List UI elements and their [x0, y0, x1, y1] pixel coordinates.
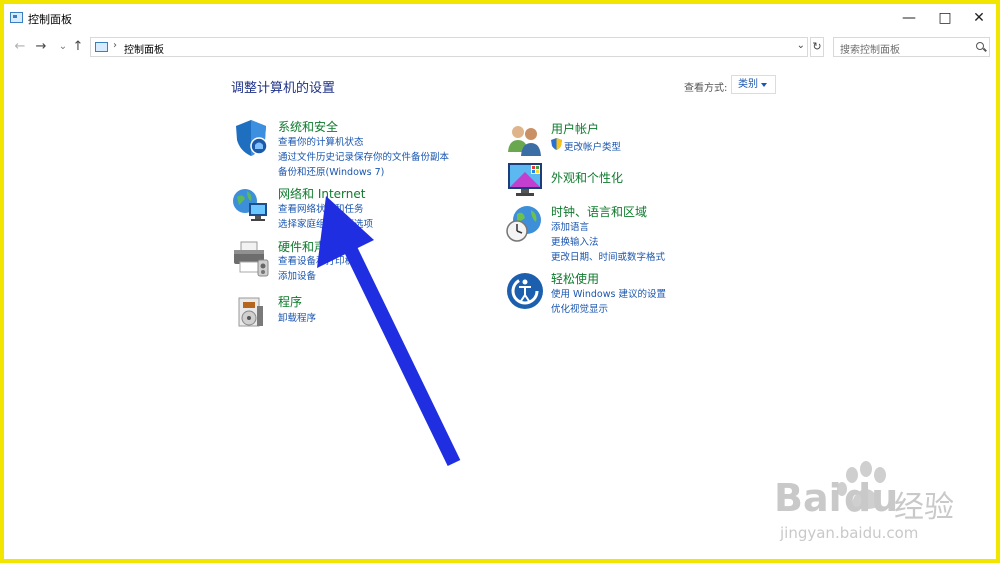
link-change-date-time-format[interactable]: 更改日期、时间或数字格式 [551, 249, 665, 263]
link-view-computer-status[interactable]: 查看你的计算机状态 [278, 134, 364, 148]
category-clock-language-region[interactable]: 时钟、语言和区域 [551, 203, 647, 220]
up-button[interactable]: ↑ [70, 38, 86, 56]
appearance-icon[interactable] [505, 160, 545, 200]
ease-of-access-icon[interactable] [505, 271, 545, 311]
control-panel-small-icon [95, 42, 108, 52]
back-button[interactable]: ← [12, 38, 28, 56]
link-homegroup[interactable]: 选择家庭组和共享选项 [278, 216, 373, 230]
link-network-status[interactable]: 查看网络状态和任务 [278, 201, 364, 215]
category-ease-of-access[interactable]: 轻松使用 [551, 270, 599, 287]
path-separator: › [113, 40, 117, 51]
link-add-device[interactable]: 添加设备 [278, 268, 316, 282]
recent-locations-button[interactable]: ⌄ [55, 38, 71, 56]
link-file-history[interactable]: 通过文件历史记录保存你的文件备份副本 [278, 149, 449, 163]
users-icon[interactable] [505, 120, 545, 160]
category-user-accounts[interactable]: 用户帐户 [551, 120, 599, 137]
view-by-dropdown[interactable]: 类别 [731, 75, 776, 94]
page-title: 调整计算机的设置 [231, 81, 336, 96]
maximize-button[interactable]: □ [926, 4, 964, 32]
search-input[interactable]: 搜索控制面板 [840, 41, 900, 56]
search-icon[interactable] [976, 42, 984, 50]
uac-shield-icon [551, 138, 562, 150]
category-system-security[interactable]: 系统和安全 [278, 118, 338, 135]
category-appearance[interactable]: 外观和个性化 [551, 169, 623, 186]
refresh-button[interactable]: ↻ [810, 37, 824, 57]
title-bar: 控制面板 — □ ✕ [4, 4, 996, 32]
search-box[interactable]: 搜索控制面板 [833, 37, 990, 57]
minimize-button[interactable]: — [890, 4, 928, 32]
view-by-label: 查看方式: [684, 83, 728, 94]
address-bar[interactable]: › 控制面板 ⌄ [90, 37, 808, 57]
watermark-brand2: du [844, 476, 899, 520]
address-path[interactable]: 控制面板 [124, 41, 164, 56]
close-button[interactable]: ✕ [960, 4, 996, 32]
network-globe-icon[interactable] [231, 185, 271, 225]
window-title: 控制面板 [28, 13, 72, 26]
link-optimize-visual-display[interactable]: 优化视觉显示 [551, 301, 608, 315]
category-network-internet[interactable]: 网络和 Internet [278, 185, 365, 202]
forward-button[interactable]: → [33, 38, 49, 56]
shield-icon[interactable] [231, 118, 271, 158]
printer-icon[interactable] [231, 238, 271, 278]
link-backup-restore[interactable]: 备份和还原(Windows 7) [278, 164, 384, 178]
link-devices-printers[interactable]: 查看设备和打印机 [278, 253, 354, 267]
link-windows-recommended-settings[interactable]: 使用 Windows 建议的设置 [551, 286, 666, 300]
control-panel-icon [10, 12, 23, 23]
chevron-down-icon[interactable]: ⌄ [797, 40, 805, 51]
link-uninstall-program[interactable]: 卸载程序 [278, 310, 316, 324]
watermark-brand-cn: 经验 [894, 490, 954, 525]
watermark-url: jingyan.baidu.com [780, 524, 919, 542]
link-change-input-method[interactable]: 更换输入法 [551, 234, 599, 248]
programs-icon[interactable] [231, 292, 271, 332]
screenshot-frame: 控制面板 — □ ✕ ← → ⌄ ↑ › 控制面板 ⌄ ↻ 搜索控制面板 调整计… [0, 0, 1000, 563]
link-change-account-type[interactable]: 更改帐户类型 [564, 139, 621, 153]
clock-globe-icon[interactable] [505, 204, 545, 244]
category-programs[interactable]: 程序 [278, 293, 302, 310]
link-add-language[interactable]: 添加语言 [551, 219, 589, 233]
watermark-brand: Bai [774, 476, 842, 520]
